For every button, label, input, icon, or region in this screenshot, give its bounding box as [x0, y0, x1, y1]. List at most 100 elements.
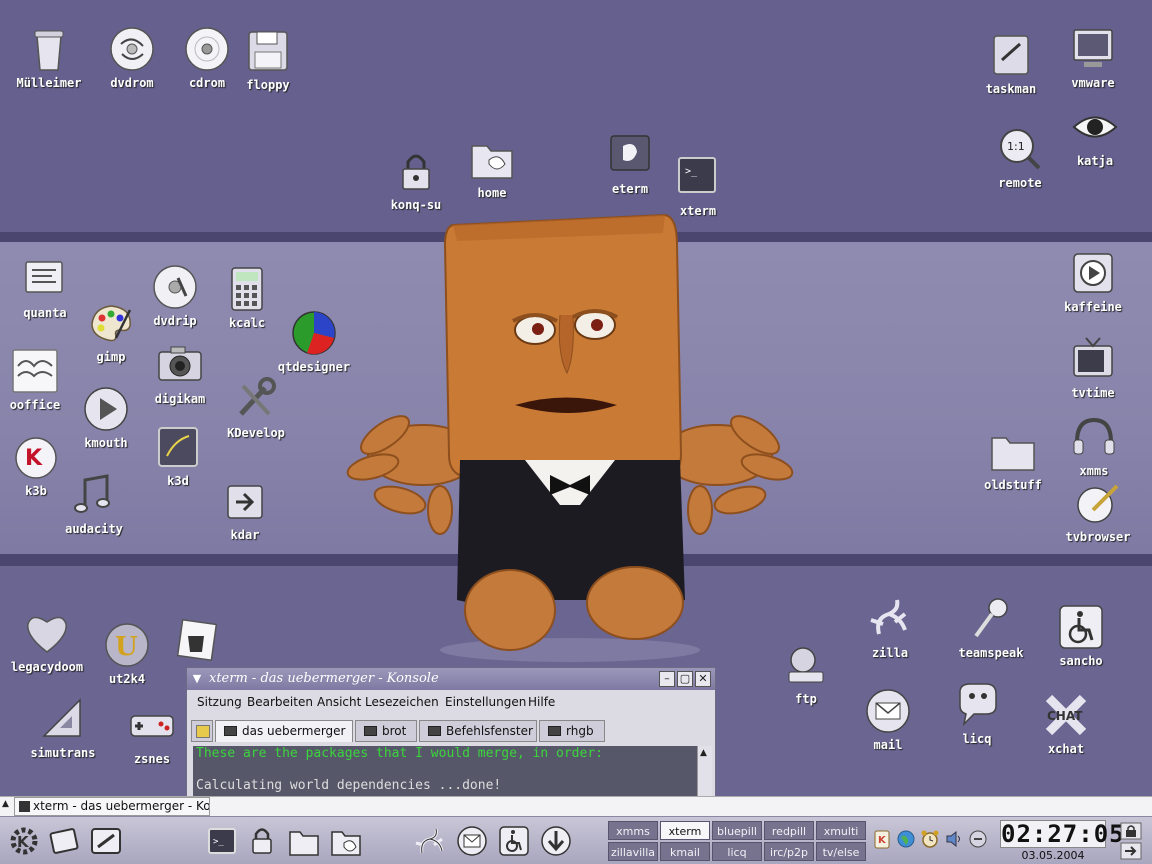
control-center-wrench-icon[interactable] — [88, 823, 124, 859]
maximize-button[interactable]: ▢ — [677, 671, 693, 687]
desktop-icon-xmms[interactable]: xmms — [1049, 412, 1139, 478]
desktop-icon-simutrans[interactable]: simutrans — [18, 694, 108, 760]
home-launcher-icon[interactable] — [328, 823, 364, 859]
lock-session-icon[interactable] — [1120, 822, 1142, 840]
scroll-up-icon[interactable]: ▲ — [700, 748, 707, 758]
coffee-cup-icon — [176, 618, 218, 662]
menu-ansicht[interactable]: Ansicht — [317, 695, 361, 709]
panel-clock[interactable]: 02:27:05 03.05.2004 — [1000, 820, 1124, 862]
minimize-button[interactable]: – — [659, 671, 675, 687]
terminal-output[interactable]: These are the packages that I would merg… — [193, 746, 697, 796]
desktop-icon-xchat[interactable]: CHAT xchat — [1021, 690, 1111, 756]
kde-menu-gear-icon[interactable]: K — [6, 823, 42, 859]
pager-desktop[interactable]: tv/else — [816, 842, 866, 861]
headphones-icon — [1073, 417, 1115, 455]
desktop-icon-home[interactable]: home — [447, 134, 537, 200]
tab-brot[interactable]: brot — [355, 720, 417, 742]
licq-icon — [959, 683, 997, 727]
trash-icon — [34, 30, 64, 71]
mail-icon[interactable] — [454, 823, 490, 859]
desktop-icon-oldstuff[interactable]: oldstuff — [968, 426, 1058, 492]
desktop-icon-katja[interactable]: katja — [1050, 102, 1140, 168]
new-session-button[interactable] — [191, 720, 213, 742]
desktop-icon-audacity[interactable]: audacity — [49, 470, 139, 536]
pager-desktop[interactable]: bluepill — [712, 821, 762, 840]
terminal-icon — [224, 726, 237, 736]
globe-network-icon[interactable] — [896, 829, 916, 849]
download-arrow-icon[interactable] — [538, 823, 574, 859]
desktop-icon-teamspeak[interactable]: teamspeak — [946, 594, 1036, 660]
desktop-icon-sancho[interactable]: sancho — [1036, 602, 1126, 668]
pager-desktop[interactable]: xmms — [608, 821, 658, 840]
desktop-icon-tvbrowser[interactable]: tvbrowser — [1053, 478, 1143, 544]
play-icon — [84, 387, 128, 431]
show-desktop-icon[interactable] — [46, 823, 82, 859]
dvd-icon — [110, 27, 154, 71]
alarm-clock-icon[interactable] — [920, 829, 940, 849]
session-tabs: das uebermerger brot Befehlsfenster rhgb — [191, 720, 711, 742]
speaker-volume-icon[interactable] — [944, 829, 964, 849]
pager-desktop[interactable]: redpill — [764, 821, 814, 840]
terminal-icon — [364, 726, 377, 736]
taskman-icon — [993, 35, 1029, 75]
desktop-icon-tvtime[interactable]: tvtime — [1048, 334, 1138, 400]
desktop-icon-mail[interactable]: mail — [843, 686, 933, 752]
menu-einstellungen[interactable]: Einstellungen — [445, 695, 526, 709]
eterm-icon — [610, 135, 650, 171]
pager-desktop[interactable]: xmulti — [816, 821, 866, 840]
svg-text:CHAT: CHAT — [1047, 709, 1083, 723]
remote-icon: 1:1 — [1000, 129, 1041, 170]
desktop-icon-coffee[interactable] — [152, 614, 242, 664]
klipper-clipboard-icon[interactable]: K — [872, 829, 892, 849]
window-titlebar[interactable]: ▼ xterm - das uebermerger - Konsole – ▢ … — [187, 668, 715, 690]
tab-rhgb[interactable]: rhgb — [539, 720, 605, 742]
mozilla-gecko-icon[interactable] — [412, 823, 448, 859]
menu-lesezeichen[interactable]: Lesezeichen — [365, 695, 439, 709]
terminal-launcher-icon[interactable]: >_ — [204, 823, 240, 859]
desktop-icon-kdar[interactable]: kdar — [200, 476, 290, 542]
desktop-icon-trash[interactable]: Mülleimer — [4, 24, 94, 90]
kde-panel: K >_ xmms xterm bluepill redpill xmulti … — [0, 816, 1152, 864]
desktop-icon-taskman[interactable]: taskman — [966, 30, 1056, 96]
palette-icon — [91, 305, 132, 342]
office-icon — [12, 349, 58, 393]
tab-befehlsfenster[interactable]: Befehlsfenster — [419, 720, 537, 742]
pager-desktop[interactable]: zillavilla — [608, 842, 658, 861]
pager-desktop-active[interactable]: xterm — [660, 821, 710, 840]
wheelchair-icon[interactable] — [496, 823, 532, 859]
konsole-window[interactable]: ▼ xterm - das uebermerger - Konsole – ▢ … — [186, 667, 716, 797]
close-button[interactable]: ✕ — [695, 671, 711, 687]
logout-icon[interactable] — [1120, 842, 1142, 860]
desktop-icon-licq[interactable]: licq — [932, 680, 1022, 746]
menu-sitzung[interactable]: Sitzung — [197, 695, 242, 709]
desktop-icon-qtdesigner[interactable]: qtdesigner — [269, 308, 359, 374]
monitor-status-icon[interactable] — [968, 829, 988, 849]
desktop-icon-ftp[interactable]: ftp — [761, 640, 851, 706]
folder-icon — [991, 437, 1035, 471]
desktop-icon-zsnes[interactable]: zsnes — [107, 700, 197, 766]
menu-bearbeiten[interactable]: Bearbeiten — [247, 695, 313, 709]
desktop-icon-vmware[interactable]: vmware — [1048, 24, 1138, 90]
desktop-icon-legacydoom[interactable]: legacydoom — [2, 608, 92, 674]
desktop-icon-floppy[interactable]: floppy — [223, 26, 313, 92]
task-button-konsole[interactable]: xterm - das uebermerger - Ko — [14, 797, 210, 816]
desktop-icon-xterm[interactable]: >_ xterm — [653, 152, 743, 218]
pager-desktop[interactable]: kmail — [660, 842, 710, 861]
desktop-icon-kaffeine[interactable]: kaffeine — [1048, 248, 1138, 314]
desktop-icon-kdevelop[interactable]: KDevelop — [211, 374, 301, 440]
taskbar-arrow-icon[interactable]: ▲ — [2, 799, 9, 809]
camera-icon — [158, 346, 202, 381]
home-folder-icon[interactable] — [286, 823, 322, 859]
lock-screen-icon[interactable] — [244, 823, 280, 859]
terminal-scrollbar[interactable]: ▲ — [697, 746, 712, 796]
quanta-icon — [25, 261, 63, 293]
menu-bar: Sitzung Bearbeiten Ansicht Lesezeichen E… — [187, 690, 715, 714]
pager-desktop[interactable]: licq — [712, 842, 762, 861]
clock-date: 03.05.2004 — [1021, 849, 1085, 862]
desktop-icon-zilla[interactable]: zilla — [845, 594, 935, 660]
svg-text:K: K — [878, 835, 887, 846]
menu-hilfe[interactable]: Hilfe — [528, 695, 555, 709]
window-menu-icon[interactable]: ▼ — [190, 672, 204, 686]
tab-das-uebermerger[interactable]: das uebermerger — [215, 720, 353, 742]
pager-desktop[interactable]: irc/p2p — [764, 842, 814, 861]
